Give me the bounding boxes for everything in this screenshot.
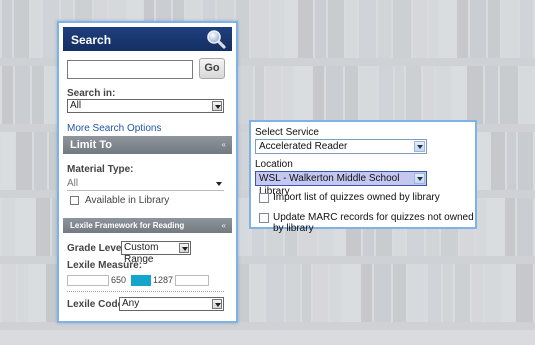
- chevron-down-icon: [179, 243, 189, 253]
- available-in-library-label: Available in Library: [85, 195, 170, 206]
- material-type-value: All: [67, 178, 79, 189]
- more-search-options-link[interactable]: More Search Options: [67, 123, 162, 134]
- material-type-select[interactable]: All: [67, 177, 224, 191]
- double-chevron-up-icon: «: [221, 140, 226, 149]
- search-panel-header: Search: [63, 27, 232, 51]
- lexile-min-value: 650: [111, 275, 127, 285]
- lexile-min-input[interactable]: [67, 275, 109, 286]
- chevron-down-icon: [212, 101, 222, 111]
- limit-to-title: Limit To: [70, 139, 112, 151]
- service-value: Accelerated Reader: [259, 141, 348, 152]
- available-in-library-checkbox[interactable]: [70, 196, 79, 205]
- lexile-section-header[interactable]: Lexile Framework for Reading «: [63, 218, 232, 233]
- divider: [67, 291, 224, 292]
- import-quizzes-label: Import list of quizzes owned by library: [273, 192, 440, 203]
- material-type-label: Material Type:: [67, 164, 134, 175]
- lexile-code-select[interactable]: Any: [119, 297, 224, 311]
- lexile-max-input[interactable]: [175, 275, 209, 286]
- chevron-down-icon: [212, 299, 222, 309]
- search-in-label: Search in:: [67, 88, 116, 99]
- lexile-measure-label: Lexile Measure:: [67, 260, 143, 271]
- service-dialog: Select Service Accelerated Reader Locati…: [249, 120, 477, 234]
- lexile-section-title: Lexile Framework for Reading: [70, 221, 185, 230]
- lexile-code-label: Lexile Code:: [67, 299, 127, 310]
- lexile-range-slider[interactable]: [131, 275, 151, 286]
- limit-to-header[interactable]: Limit To «: [63, 136, 232, 154]
- select-service-label: Select Service: [255, 127, 319, 138]
- magnifier-icon[interactable]: [206, 29, 226, 49]
- search-in-value: All: [70, 100, 82, 111]
- search-panel-title: Search: [71, 33, 112, 47]
- grade-level-select[interactable]: Custom Range: [121, 241, 191, 265]
- update-marc-checkbox[interactable]: [259, 213, 269, 223]
- grade-level-label: Grade Level:: [67, 243, 128, 254]
- double-chevron-up-icon: «: [221, 221, 226, 230]
- go-button[interactable]: Go: [199, 58, 225, 79]
- search-input[interactable]: [67, 60, 193, 79]
- search-panel: Search Go Search in: All More Search Opt…: [57, 21, 238, 323]
- service-select[interactable]: Accelerated Reader: [255, 139, 427, 154]
- location-label: Location: [255, 159, 293, 170]
- location-select[interactable]: WSL - Walkerton Middle School Library: [255, 171, 427, 197]
- chevron-down-icon: [414, 173, 425, 184]
- chevron-down-icon: [216, 182, 222, 186]
- update-marc-label: Update MARC records for quizzes not owne…: [273, 212, 474, 234]
- chevron-down-icon: [414, 141, 425, 152]
- lexile-code-value: Any: [122, 298, 140, 309]
- lexile-max-value: 1287: [153, 275, 174, 285]
- import-quizzes-checkbox[interactable]: [259, 193, 269, 203]
- search-in-select[interactable]: All: [67, 99, 224, 113]
